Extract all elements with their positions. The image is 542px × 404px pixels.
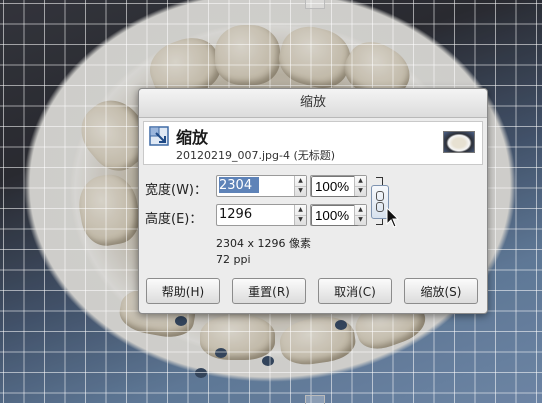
- width-unit-spinbox[interactable]: ▲ ▼: [310, 175, 367, 197]
- dialog-header: 缩放 20120219_007.jpg-4 (无标题): [143, 121, 483, 165]
- height-percent-spin-buttons[interactable]: ▲ ▼: [354, 205, 366, 225]
- height-input[interactable]: [219, 206, 279, 222]
- width-decrement[interactable]: ▼: [295, 186, 306, 196]
- width-percent-input[interactable]: [311, 176, 359, 197]
- width-input[interactable]: [219, 177, 259, 193]
- reset-button[interactable]: 重置(R): [232, 278, 306, 304]
- height-spin-buttons[interactable]: ▲ ▼: [294, 205, 306, 225]
- scale-icon: [149, 126, 169, 146]
- height-unit-spinbox[interactable]: ▲ ▼: [310, 204, 367, 226]
- width-percent-decrement[interactable]: ▼: [355, 186, 366, 196]
- canvas-handle-top[interactable]: [305, 0, 325, 9]
- height-label: 高度(E)：: [145, 212, 203, 227]
- dialog-titlebar[interactable]: 缩放: [139, 89, 487, 118]
- height-percent-input[interactable]: [311, 205, 359, 226]
- height-spinbox[interactable]: ▲ ▼: [216, 204, 307, 226]
- help-button[interactable]: 帮助(H): [146, 278, 220, 304]
- scale-dialog: 缩放 缩放 20120219_007.jpg-4 (无标题) 宽度(W)： ▲ …: [138, 88, 488, 314]
- chain-link-icon: [376, 202, 384, 212]
- chain-link-icon: [376, 191, 384, 201]
- width-label: 宽度(W)：: [145, 183, 207, 198]
- width-spinbox[interactable]: ▲ ▼: [216, 175, 307, 197]
- image-name-label: 20120219_007.jpg-4 (无标题): [176, 149, 336, 162]
- width-percent-spin-buttons[interactable]: ▲ ▼: [354, 176, 366, 196]
- height-percent-decrement[interactable]: ▼: [355, 215, 366, 225]
- image-thumbnail: [443, 131, 475, 153]
- scale-button[interactable]: 缩放(S): [404, 278, 478, 304]
- cancel-button[interactable]: 取消(C): [318, 278, 392, 304]
- dialog-heading: 缩放: [176, 128, 209, 147]
- mouse-cursor-icon: [386, 207, 400, 228]
- resolution-info: 72 ppi: [216, 253, 251, 266]
- height-decrement[interactable]: ▼: [295, 215, 306, 225]
- width-spin-buttons[interactable]: ▲ ▼: [294, 176, 306, 196]
- pixel-size-info: 2304 x 1296 像素: [216, 237, 311, 250]
